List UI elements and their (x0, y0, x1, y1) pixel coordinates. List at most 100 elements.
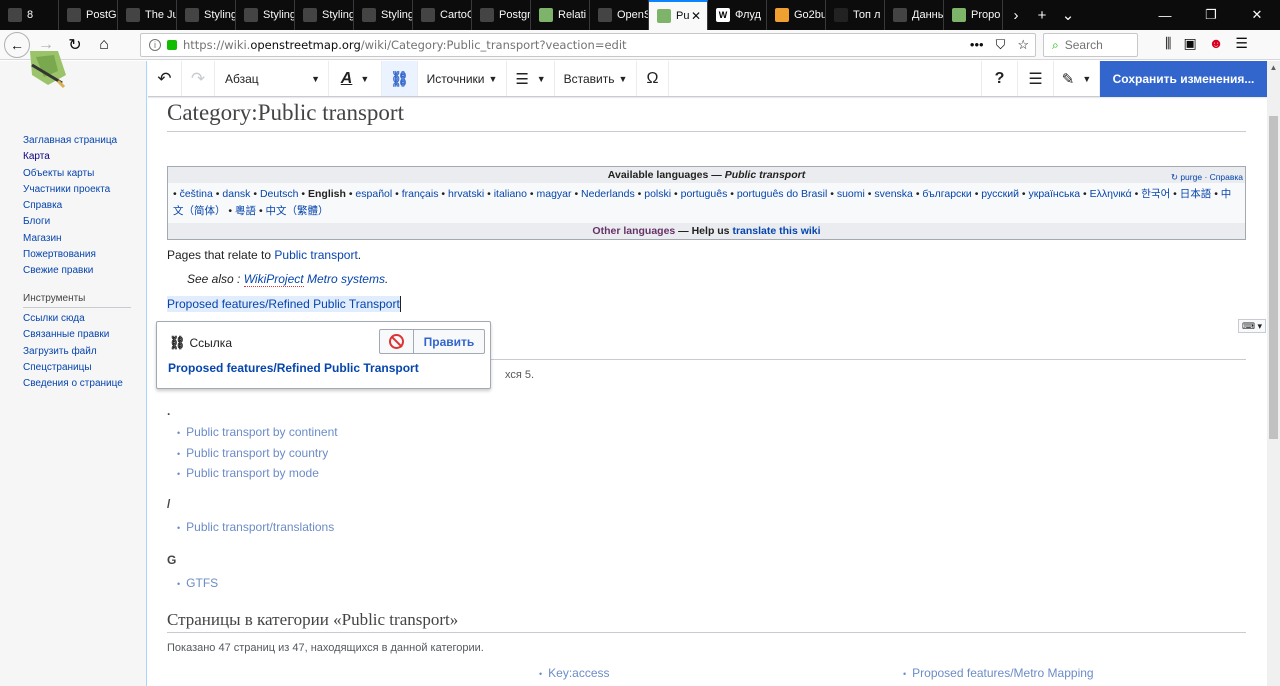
sidebar-nav-link[interactable]: Объекты карты (23, 166, 117, 182)
language-link[interactable]: dansk (222, 188, 250, 200)
sidebar-nav-link[interactable]: Участники проекта (23, 182, 117, 198)
sidebar-nav-link[interactable]: Справка (23, 198, 117, 214)
sidebar-tool-link[interactable]: Ссылки сюда (23, 311, 123, 327)
new-tab-button[interactable]: + (1029, 0, 1055, 30)
sidebar-tool-link[interactable]: Сведения о странице (23, 376, 123, 392)
sidebar-tool-link[interactable]: Спецстраницы (23, 360, 123, 376)
tab-list-button[interactable]: ⌄ (1055, 0, 1081, 30)
page-link[interactable]: Key:access (539, 666, 610, 680)
language-link[interactable]: español (355, 188, 392, 200)
sidebar-tool-link[interactable]: Связанные правки (23, 327, 123, 343)
language-link[interactable]: polski (644, 188, 671, 200)
page-options-button[interactable]: ☰ (1018, 61, 1054, 96)
sidebar-nav-link[interactable]: Пожертвования (23, 247, 117, 263)
language-link[interactable]: Nederlands (581, 188, 635, 200)
restore-button[interactable]: ❐ (1188, 0, 1234, 30)
browser-tab[interactable]: Данные п (885, 0, 944, 30)
tab-scroll-right-button[interactable]: › (1003, 0, 1029, 30)
language-link[interactable]: magyar (537, 188, 572, 200)
translate-wiki-link[interactable]: translate this wiki (732, 225, 820, 237)
language-link[interactable]: čeština (180, 188, 213, 200)
undo-button[interactable]: ↶ (148, 61, 182, 96)
edit-link-button[interactable]: Править (413, 329, 485, 354)
browser-tab[interactable]: Styling - C (295, 0, 354, 30)
sidebar-nav-link[interactable]: Блоги (23, 214, 117, 230)
redo-button[interactable]: ↷ (182, 61, 215, 96)
language-link[interactable]: українська (1028, 188, 1080, 200)
address-bar[interactable]: i https://wiki.openstreetmap.org/wiki/Ca… (140, 33, 1036, 57)
browser-tab[interactable]: CartoCSS (413, 0, 472, 30)
subcategory-link[interactable]: Public transport by mode (177, 464, 338, 485)
menu-icon[interactable]: ☰ (1235, 35, 1248, 52)
sidebar-nav-link[interactable]: Карта (23, 149, 117, 165)
public-transport-link[interactable]: Public transport (274, 248, 357, 262)
browser-tab[interactable]: Styling - C (236, 0, 295, 30)
osm-logo[interactable] (18, 51, 128, 93)
language-link[interactable]: 中文（繁體） (266, 205, 329, 217)
link-button[interactable]: ⛓ (382, 61, 418, 96)
purge-links[interactable]: ↻ purge · Справка (1171, 169, 1243, 185)
language-link[interactable]: italiano (494, 188, 527, 200)
keyboard-icon[interactable]: ⌨ ▾ (1238, 319, 1266, 333)
sidebar-nav-link[interactable]: Свежие правки (23, 263, 117, 279)
metro-systems-link[interactable]: Metro systems (304, 272, 385, 286)
language-link[interactable]: 粵語 (235, 205, 256, 217)
close-tab-icon[interactable]: ✕ (691, 9, 701, 23)
wikiproject-link[interactable]: WikiProject (243, 272, 304, 287)
sidebar-nav-link[interactable]: Заглавная страница (23, 133, 117, 149)
remove-link-button[interactable] (379, 329, 414, 354)
library-icon[interactable]: ⫼ (1165, 35, 1171, 52)
browser-tab[interactable]: The Jump (118, 0, 177, 30)
extension-icon[interactable]: ☻ (1209, 35, 1224, 52)
search-input[interactable]: ⌕ Search (1043, 33, 1138, 57)
editor-switch-dropdown[interactable]: ✎ ▼ (1054, 61, 1100, 96)
other-languages-link[interactable]: Other languages (592, 225, 675, 237)
close-window-button[interactable]: ✕ (1234, 0, 1280, 30)
link-target[interactable]: Proposed features/Refined Public Transpo… (168, 361, 419, 375)
paragraph-format-dropdown[interactable]: Абзац ▼ (215, 61, 329, 96)
subcategory-link[interactable]: GTFS (177, 574, 218, 595)
browser-tab[interactable]: Relati (531, 0, 590, 30)
special-character-button[interactable]: Ω (637, 61, 669, 96)
browser-tab[interactable]: Propo (944, 0, 1003, 30)
subcategory-link[interactable]: Public transport by continent (177, 423, 337, 444)
language-link[interactable]: 한국어 (1141, 188, 1170, 200)
help-button[interactable]: ? (982, 61, 1018, 96)
browser-tab[interactable]: Postgres P (472, 0, 531, 30)
language-link[interactable]: hrvatski (448, 188, 484, 200)
browser-tab[interactable]: PostGIS fu (59, 0, 118, 30)
scrollbar-thumb[interactable] (1269, 116, 1278, 439)
text-style-dropdown[interactable]: A ▼ (329, 61, 382, 96)
subcategory-link[interactable]: Public transport/translations (177, 518, 334, 539)
browser-tab[interactable]: 8 (0, 0, 59, 30)
browser-tab[interactable]: Топ л (826, 0, 885, 30)
insert-dropdown[interactable]: Вставить ▼ (555, 61, 637, 96)
browser-tab[interactable]: OpenStree (590, 0, 649, 30)
scroll-up-arrow-icon[interactable]: ▲ (1267, 61, 1280, 74)
pocket-icon[interactable]: ⛉ (996, 37, 1006, 53)
browser-tab[interactable]: W Флуд (708, 0, 767, 30)
language-link[interactable]: português do Brasil (737, 188, 827, 200)
page-scrollbar[interactable]: ▲ (1267, 61, 1280, 686)
language-link[interactable]: français (402, 188, 439, 200)
language-link[interactable]: suomi (837, 188, 865, 200)
browser-tab[interactable]: Go2bu (767, 0, 826, 30)
sidebar-toggle-icon[interactable]: ▣ (1183, 35, 1196, 52)
minimize-button[interactable]: — (1142, 0, 1188, 30)
bookmark-star-icon[interactable]: ☆ (1017, 37, 1029, 53)
page-actions-icon[interactable]: ••• (970, 37, 984, 53)
sidebar-nav-link[interactable]: Магазин (23, 231, 117, 247)
url-text[interactable]: https://wiki.openstreetmap.org/wiki/Cate… (183, 38, 627, 52)
language-link[interactable]: български (922, 188, 971, 200)
cite-dropdown[interactable]: Источники ▼ (418, 61, 507, 96)
language-link[interactable]: 日本語 (1180, 188, 1212, 200)
browser-tab[interactable]: Styling Lat (354, 0, 413, 30)
language-link[interactable]: português (681, 188, 728, 200)
language-link[interactable]: русский (981, 188, 1019, 200)
subcategory-link[interactable]: Public transport by country (177, 444, 338, 465)
browser-tab[interactable]: Styling Lin (177, 0, 236, 30)
language-link[interactable]: Ελληνικά (1090, 188, 1132, 200)
sidebar-tool-link[interactable]: Загрузить файл (23, 344, 123, 360)
language-link[interactable]: svenska (874, 188, 913, 200)
language-link[interactable]: Deutsch (260, 188, 299, 200)
